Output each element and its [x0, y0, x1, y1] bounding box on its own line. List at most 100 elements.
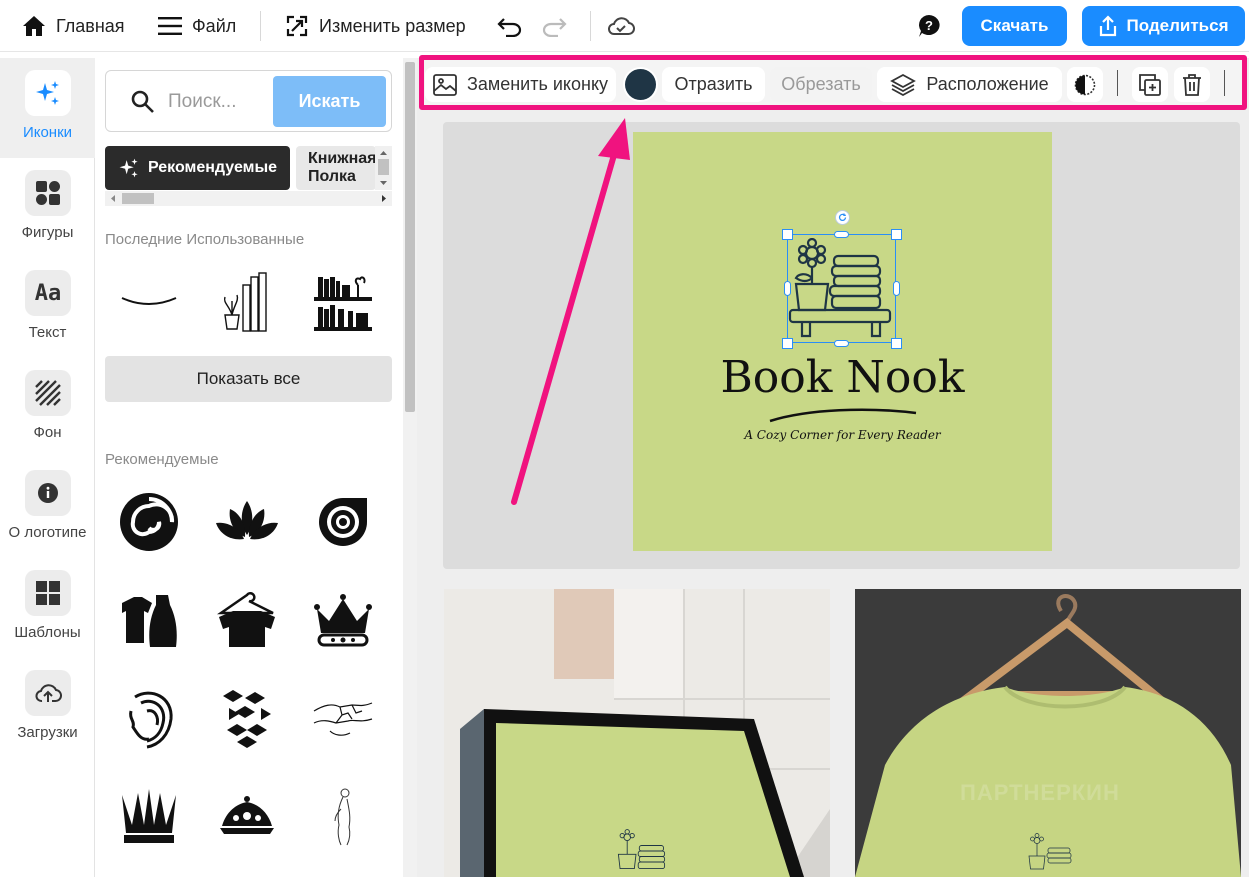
resize-handle-nw[interactable]: [782, 229, 793, 240]
share-button[interactable]: Поделиться: [1082, 6, 1245, 46]
recommended-icon-woman-hair[interactable]: [109, 678, 189, 758]
chevron-up-icon: [380, 151, 387, 155]
undo-button[interactable]: [497, 6, 523, 46]
contrast-icon: [1074, 74, 1096, 95]
divider: [1224, 70, 1225, 96]
contrast-button[interactable]: [1067, 67, 1103, 102]
duplicate-icon: [1139, 73, 1161, 96]
arrange-button[interactable]: Расположение: [877, 67, 1062, 102]
tshirts-hanger-icon: [216, 592, 275, 647]
delete-button[interactable]: [1174, 67, 1210, 102]
rail-item-templates[interactable]: Шаблоны: [0, 558, 95, 658]
logo-subtitle-text[interactable]: A Cozy Corner for Every Reader: [633, 428, 1052, 442]
rail-icon-wrap: Aa: [24, 270, 71, 316]
panel-scrollbar[interactable]: [403, 58, 417, 877]
home-button[interactable]: Главная: [22, 6, 125, 46]
recent-icon-swoosh[interactable]: [109, 262, 189, 342]
scroll-thumb[interactable]: [405, 62, 415, 412]
crop-button[interactable]: Обрезать: [770, 67, 872, 102]
shapes-icon: [35, 181, 60, 205]
rail-item-icons[interactable]: Иконки: [0, 58, 95, 158]
frame-mockup-illustration: [444, 589, 830, 877]
logo-title-text[interactable]: Book Nook: [633, 352, 1052, 403]
figure-sketch-icon: [334, 788, 351, 846]
recommended-icon-tshirts-hanger[interactable]: [207, 580, 287, 660]
share-icon: [1100, 15, 1117, 37]
logo-swoosh[interactable]: [768, 405, 918, 425]
mockup-tshirt-preview[interactable]: [855, 589, 1241, 877]
recommended-icon-tiara[interactable]: [207, 776, 287, 856]
image-icon: [433, 73, 457, 96]
help-chat-icon: ?: [919, 15, 940, 37]
books-plant-icon: [223, 272, 267, 332]
flip-button[interactable]: Отразить: [662, 67, 765, 102]
redo-button[interactable]: [541, 6, 567, 46]
rail-item-uploads[interactable]: Загрузки: [0, 658, 95, 758]
search-button-label: Искать: [298, 91, 361, 111]
scroll-thumb[interactable]: [122, 193, 154, 204]
resize-button[interactable]: Изменить размер: [285, 6, 466, 46]
search-input[interactable]: [168, 89, 272, 115]
resize-label: Изменить размер: [319, 15, 466, 36]
chip-scrollbar[interactable]: [375, 146, 392, 190]
rail-item-text[interactable]: Aa Текст: [0, 258, 95, 358]
download-label: Скачать: [980, 16, 1049, 35]
scroll-thumb[interactable]: [378, 159, 389, 175]
divider: [590, 11, 591, 41]
upload-icon: [34, 684, 62, 702]
arrange-label: Расположение: [926, 74, 1049, 94]
resize-handle-w[interactable]: [784, 281, 791, 296]
rail-item-shapes[interactable]: Фигуры: [0, 158, 95, 258]
target-leaf-icon: [319, 498, 367, 546]
rotate-handle[interactable]: [835, 210, 850, 225]
search-button[interactable]: Искать: [273, 76, 386, 127]
resize-handle-se[interactable]: [891, 338, 902, 349]
bookshelf-icon: [314, 276, 372, 331]
chip-bookshelf[interactable]: Книжная Полка: [296, 146, 376, 190]
crop-label: Обрезать: [781, 74, 861, 94]
sparkles-icon: [119, 158, 138, 178]
mockup-frame-preview[interactable]: [444, 589, 830, 877]
help-button[interactable]: ?: [917, 6, 941, 46]
show-all-button[interactable]: Показать все: [105, 356, 392, 402]
recommended-icon-lotus[interactable]: [207, 482, 287, 562]
recommended-icon-hands[interactable]: [303, 678, 383, 758]
duplicate-button[interactable]: [1132, 67, 1168, 102]
file-menu-button[interactable]: Файл: [158, 6, 236, 46]
chevron-right-icon: [382, 195, 386, 202]
resize-handle-n[interactable]: [834, 231, 849, 238]
crown-icon: [314, 594, 372, 647]
download-button[interactable]: Скачать: [962, 6, 1067, 46]
chips-hscrollbar[interactable]: [105, 191, 392, 206]
lotus-icon: [216, 501, 278, 540]
recommended-icon-spiral[interactable]: [109, 482, 189, 562]
home-label: Главная: [56, 15, 125, 36]
recent-icon-bookshelf[interactable]: [303, 262, 383, 342]
svg-text:?: ?: [925, 18, 933, 33]
recommended-icon-target-leaf[interactable]: [303, 482, 383, 562]
divider: [1117, 70, 1118, 96]
recommended-icon-clothes[interactable]: [109, 580, 189, 660]
rail-item-background[interactable]: Фон: [0, 358, 95, 458]
menu-icon: [158, 17, 182, 35]
woman-hair-icon: [129, 691, 173, 749]
color-picker-button[interactable]: [623, 67, 658, 102]
recommended-icon-crown[interactable]: [303, 580, 383, 660]
resize-handle-e[interactable]: [893, 281, 900, 296]
replace-icon-button[interactable]: Заменить иконку: [425, 67, 616, 102]
resize-handle-ne[interactable]: [891, 229, 902, 240]
rail-label-uploads: Загрузки: [17, 724, 78, 741]
recommended-icon-geometric[interactable]: [207, 678, 287, 758]
rail-item-about[interactable]: О логотипе: [0, 458, 95, 558]
recommended-icon-crown-tall[interactable]: [109, 776, 189, 856]
file-label: Файл: [192, 15, 237, 36]
recent-icon-books-plant[interactable]: [207, 262, 287, 342]
chip-recommended[interactable]: Рекомендуемые: [105, 146, 290, 190]
trash-icon: [1183, 73, 1201, 96]
color-swatch: [625, 69, 656, 100]
resize-handle-s[interactable]: [834, 340, 849, 347]
recommended-icon-figure-sketch[interactable]: [303, 776, 383, 856]
hands-sketch-icon: [313, 702, 373, 736]
cloud-save-button[interactable]: [607, 6, 635, 46]
resize-handle-sw[interactable]: [782, 338, 793, 349]
